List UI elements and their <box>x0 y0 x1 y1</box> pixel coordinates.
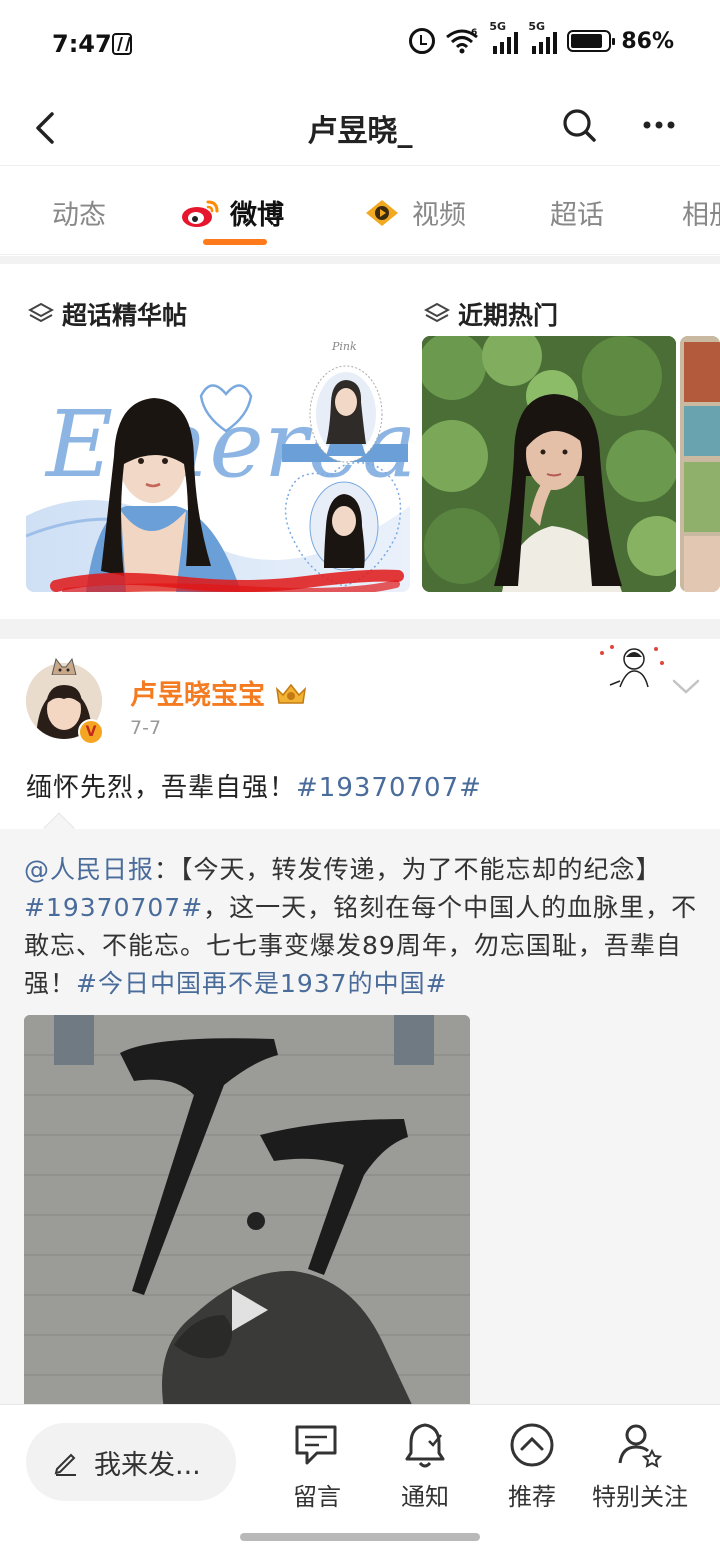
signal-icon-2: 5G <box>528 20 558 54</box>
wifi-icon: 6 <box>446 28 479 54</box>
battery-fill <box>571 34 603 48</box>
alarm-icon <box>409 28 436 54</box>
nav-recommend[interactable]: 推荐 <box>477 1419 587 1512</box>
featured-card-essence[interactable]: Ethereal Pink <box>26 336 410 592</box>
nav-label: 推荐 <box>508 1483 556 1511</box>
bottom-bar: 我来发... 留言 通知 推荐 特别关注 <box>0 1404 720 1558</box>
username-text: 卢昱晓宝宝 <box>130 680 265 711</box>
comment-icon <box>295 1425 337 1465</box>
featured-title-1: 超话精华帖 <box>62 301 188 330</box>
layers-icon <box>424 302 450 323</box>
post-date: 7-7 <box>130 717 162 739</box>
tab-label: 动态 <box>52 200 106 231</box>
nav-comment[interactable]: 留言 <box>262 1419 372 1512</box>
repost-mention[interactable]: @人民日报 <box>24 855 154 884</box>
vip-crown-icon <box>275 683 307 704</box>
repost-hashtag-1[interactable]: #19370707# <box>24 893 203 922</box>
compose-button[interactable]: 我来发... <box>26 1423 236 1501</box>
repost-hashtag-2[interactable]: #今日中国再不是1937的中国# <box>76 969 448 998</box>
featured-card-hot[interactable] <box>422 336 676 592</box>
compose-label: 我来发... <box>94 1449 201 1481</box>
repost-part1: ：【今天，转发传递，为了不能忘却的纪念】 <box>154 855 662 884</box>
weibo-logo-icon <box>182 200 219 227</box>
featured-card-next[interactable] <box>680 336 720 592</box>
tab-label: 微博 <box>230 200 284 231</box>
hot-photo <box>422 336 676 592</box>
tab-album[interactable]: 相册 <box>682 193 720 232</box>
signal-icon-1: 5G <box>489 20 519 54</box>
video-thumbnail[interactable] <box>24 1015 470 1409</box>
battery-icon <box>567 30 616 52</box>
repost-text: @人民日报：【今天，转发传递，为了不能忘却的纪念】#19370707#，这一天，… <box>24 851 704 1003</box>
nav-notify[interactable]: 通知 <box>370 1419 480 1512</box>
video-tab-icon <box>366 199 398 226</box>
divider <box>0 256 720 264</box>
doodle-sticker-icon <box>600 645 664 688</box>
post-body: 缅怀先烈，吾辈自强！ <box>26 773 297 803</box>
tab-dynamics[interactable]: 动态 <box>52 193 106 232</box>
featured-section: 超话精华帖 近期热门 Ethereal Pink <box>0 264 720 619</box>
wifi-badge: 6 <box>471 28 477 38</box>
status-icons: 6 5G 5G 86% <box>409 20 674 54</box>
header: 卢昱晓_ <box>0 90 720 166</box>
battery-percent: 86% <box>621 28 674 54</box>
chevron-down-icon[interactable] <box>670 675 702 697</box>
active-tab-indicator <box>203 239 267 245</box>
weibo-post[interactable]: V 卢昱晓宝宝 7-7 缅怀先烈，吾辈自强！#19370707# <box>0 639 720 829</box>
nav-label: 特别关注 <box>592 1483 688 1511</box>
tab-video[interactable]: 视频 <box>362 193 466 232</box>
network-type-1: 5G <box>489 20 507 33</box>
home-indicator[interactable] <box>240 1533 480 1541</box>
status-bar: 7:47 6 5G 5G 86% <box>0 0 720 90</box>
status-time: 7:47 <box>52 30 112 58</box>
video-artwork <box>24 1015 470 1409</box>
verified-badge-icon: V <box>78 719 104 745</box>
featured-header-2[interactable]: 近期热门 <box>424 296 558 332</box>
bell-icon <box>405 1423 445 1468</box>
cat-ears-icon <box>51 657 77 675</box>
tab-supertopic[interactable]: 超话 <box>550 193 604 232</box>
featured-header-1[interactable]: 超话精华帖 <box>28 296 187 332</box>
nfc-icon <box>112 33 132 55</box>
user-star-icon <box>618 1424 663 1468</box>
repost-block[interactable]: @人民日报：【今天，转发传递，为了不能忘却的纪念】#19370707#，这一天，… <box>0 812 720 1409</box>
post-text: 缅怀先烈，吾辈自强！#19370707# <box>26 767 482 804</box>
chevron-up-circle-icon <box>510 1423 554 1467</box>
more-icon[interactable] <box>640 106 678 144</box>
next-photo <box>680 336 720 592</box>
layers-icon <box>28 302 54 323</box>
page-title: 卢昱晓_ <box>307 114 413 149</box>
play-icon[interactable] <box>228 1285 272 1335</box>
tab-weibo[interactable]: 微博 <box>180 193 284 232</box>
pencil-icon <box>54 1453 76 1476</box>
red-scribble <box>50 569 404 592</box>
tab-label: 视频 <box>412 200 466 231</box>
search-icon[interactable] <box>560 106 598 144</box>
nav-label: 通知 <box>401 1483 449 1511</box>
tab-label: 超话 <box>550 200 604 231</box>
post-username[interactable]: 卢昱晓宝宝 <box>130 673 309 712</box>
divider <box>0 619 720 639</box>
profile-tabs: 动态 微博 视频 超话 相册 <box>0 167 720 255</box>
network-type-2: 5G <box>528 20 546 33</box>
nav-special-follow[interactable]: 特别关注 <box>585 1419 695 1512</box>
nav-label: 留言 <box>293 1483 341 1511</box>
featured-title-2: 近期热门 <box>458 301 559 330</box>
tab-label: 相册 <box>682 200 720 231</box>
post-hashtag[interactable]: #19370707# <box>296 773 482 803</box>
